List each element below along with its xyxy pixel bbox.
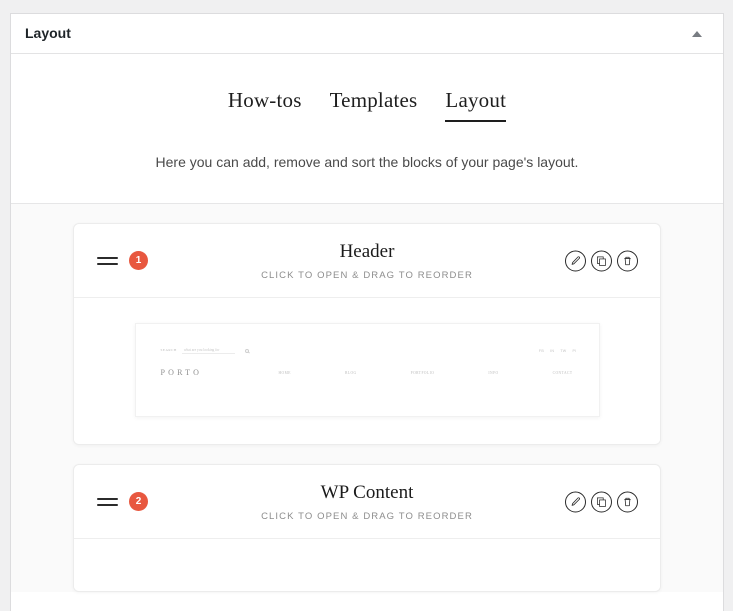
thumbnail-search-placeholder: what are you looking for bbox=[181, 348, 236, 354]
block-drag-area[interactable]: 1 bbox=[74, 251, 148, 270]
thumbnail-search-label: SEARCH bbox=[160, 348, 177, 352]
block-index-badge: 1 bbox=[129, 251, 148, 270]
duplicate-icon bbox=[596, 496, 606, 507]
page-title: Layout bbox=[25, 24, 71, 41]
block-preview bbox=[74, 539, 660, 591]
delete-button[interactable] bbox=[617, 250, 638, 271]
thumbnail-logo: PORTO bbox=[160, 368, 203, 377]
thumbnail-main-row: PORTO HOME BLOG PORTFOLIO INFO CONTACT bbox=[161, 368, 577, 377]
edit-button[interactable] bbox=[565, 250, 586, 271]
intro-section: How-tos Templates Layout Here you can ad… bbox=[11, 54, 723, 204]
duplicate-button[interactable] bbox=[591, 491, 612, 512]
layout-metabox: Layout How-tos Templates Layout Here you… bbox=[10, 13, 724, 611]
delete-button[interactable] bbox=[617, 491, 638, 512]
block-title: Header bbox=[339, 241, 395, 263]
block-header-row[interactable]: 2 WP Content CLICK TO OPEN & DRAG TO REO… bbox=[74, 465, 660, 539]
block-hint: CLICK TO OPEN & DRAG TO REORDER bbox=[261, 510, 473, 522]
tab-layout[interactable]: Layout bbox=[445, 88, 507, 122]
block-hint: CLICK TO OPEN & DRAG TO REORDER bbox=[261, 269, 473, 281]
nav-item: CONTACT bbox=[552, 370, 573, 375]
duplicate-icon bbox=[596, 255, 606, 266]
magnifier-icon bbox=[245, 349, 250, 353]
header-preview-thumbnail: SEARCH what are you looking for FB IN TW… bbox=[134, 323, 600, 417]
caret-up-icon bbox=[692, 30, 702, 37]
block-header-row[interactable]: 1 Header CLICK TO OPEN & DRAG TO REORDER bbox=[74, 224, 660, 298]
block-preview: SEARCH what are you looking for FB IN TW… bbox=[74, 298, 660, 444]
block-drag-area[interactable]: 2 bbox=[74, 492, 148, 511]
edit-pencil-icon bbox=[571, 255, 580, 265]
nav-item: HOME bbox=[278, 370, 291, 375]
tab-bar: How-tos Templates Layout bbox=[31, 88, 703, 122]
edit-pencil-icon bbox=[571, 496, 580, 506]
drag-handle-icon[interactable] bbox=[97, 497, 118, 506]
trash-icon bbox=[624, 256, 631, 265]
block-title: WP Content bbox=[320, 482, 414, 504]
thumbnail-socials: FB IN TW PI bbox=[539, 349, 577, 353]
blocks-list: 1 Header CLICK TO OPEN & DRAG TO REORDER bbox=[11, 204, 723, 592]
duplicate-button[interactable] bbox=[591, 250, 612, 271]
block-actions bbox=[565, 250, 638, 271]
social-link: FB bbox=[538, 349, 545, 353]
social-link: PI bbox=[572, 349, 577, 353]
thumbnail-topbar: SEARCH what are you looking for FB IN TW… bbox=[161, 348, 577, 354]
block-actions bbox=[565, 491, 638, 512]
nav-item: INFO bbox=[488, 370, 499, 375]
collapse-toggle-button[interactable] bbox=[683, 20, 711, 48]
social-link: TW bbox=[560, 349, 567, 353]
nav-item: PORTFOLIO bbox=[410, 370, 435, 375]
tab-how-tos[interactable]: How-tos bbox=[228, 88, 302, 122]
drag-handle-icon[interactable] bbox=[97, 256, 118, 265]
block-card-header[interactable]: 1 Header CLICK TO OPEN & DRAG TO REORDER bbox=[73, 223, 661, 445]
nav-item: BLOG bbox=[344, 370, 357, 375]
trash-icon bbox=[624, 497, 631, 506]
social-link: IN bbox=[550, 349, 555, 353]
metabox-header: Layout bbox=[11, 14, 723, 54]
edit-button[interactable] bbox=[565, 491, 586, 512]
block-card-wp-content[interactable]: 2 WP Content CLICK TO OPEN & DRAG TO REO… bbox=[73, 464, 661, 592]
thumbnail-search: SEARCH what are you looking for bbox=[161, 348, 250, 354]
intro-description: Here you can add, remove and sort the bl… bbox=[155, 154, 579, 170]
thumbnail-nav: HOME BLOG PORTFOLIO INFO CONTACT bbox=[279, 371, 577, 375]
block-index-badge: 2 bbox=[129, 492, 148, 511]
tab-templates[interactable]: Templates bbox=[330, 88, 418, 122]
